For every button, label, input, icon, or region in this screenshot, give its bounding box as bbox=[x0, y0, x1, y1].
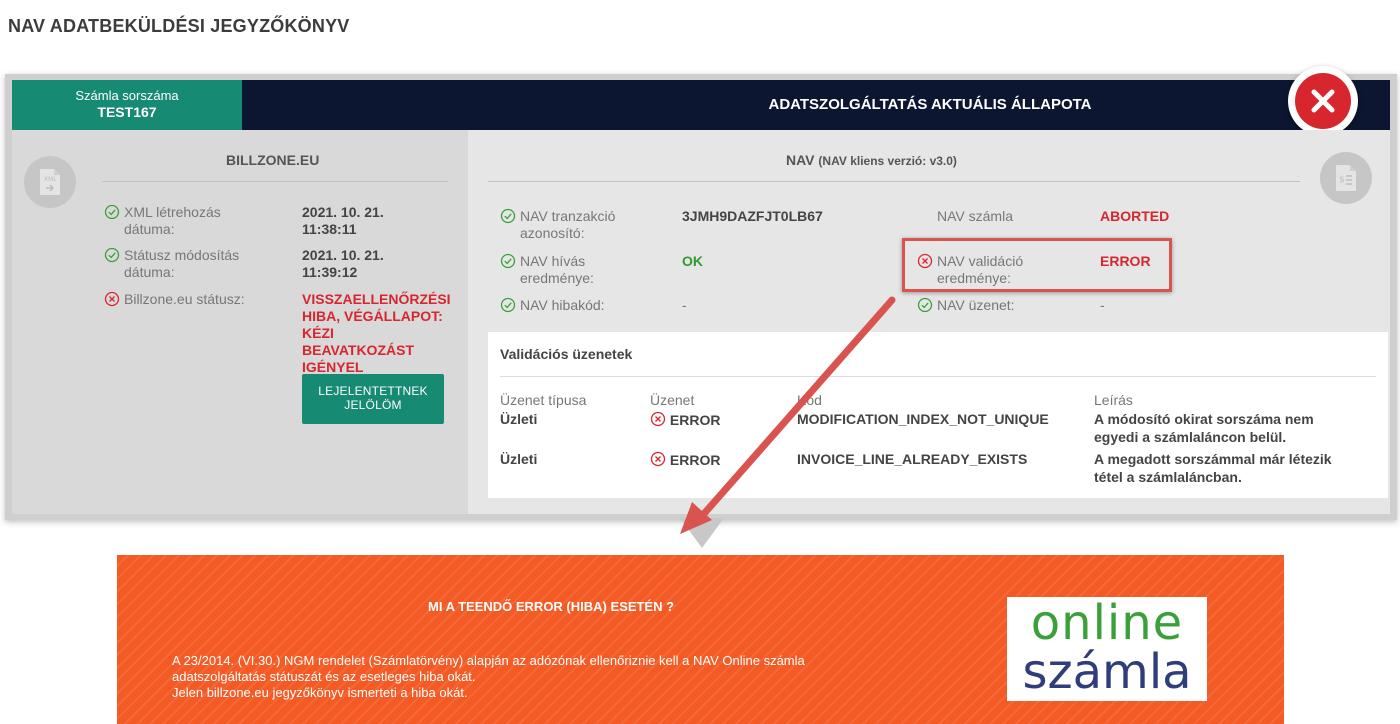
validation-title: Validációs üzenetek bbox=[500, 346, 633, 362]
invoice-document-icon: $ bbox=[1320, 152, 1372, 204]
row2-type: Üzleti bbox=[500, 451, 538, 467]
billzone-status-value: VISSZAELLENŐRZÉSI HIBA, VÉGÁLLAPOT: KÉZI… bbox=[302, 291, 451, 375]
status-modified-label: Státusz módosítás dátuma: bbox=[104, 247, 274, 281]
row1-message: ERROR bbox=[650, 411, 720, 429]
check-circle-icon bbox=[500, 208, 516, 228]
page-title: NAV ADATBEKÜLDÉSI JEGYZŐKÖNYV bbox=[8, 16, 350, 36]
check-circle-icon bbox=[104, 204, 120, 224]
nav-call-result-label: NAV hívás eredménye: bbox=[500, 253, 640, 287]
xml-file-icon: XML bbox=[24, 156, 76, 208]
billzone-title: BILLZONE.EU bbox=[226, 152, 320, 168]
help-text: A 23/2014. (VI.30.) NGM rendelet (Számla… bbox=[172, 653, 805, 700]
online-szamla-logo: online számla bbox=[1007, 597, 1207, 701]
row2-message: ERROR bbox=[650, 451, 720, 469]
close-icon bbox=[1311, 89, 1335, 113]
nav-client-version: (NAV kliens verzió: v3.0) bbox=[818, 154, 957, 168]
nav-message-label: NAV üzenet: bbox=[917, 297, 1057, 314]
error-circle-icon bbox=[104, 291, 120, 311]
xml-created-label: XML létrehozás dátuma: bbox=[104, 204, 274, 238]
invoice-number: TEST167 bbox=[97, 104, 157, 120]
nav-call-result-value: OK bbox=[682, 253, 703, 269]
row2-code: INVOICE_LINE_ALREADY_EXISTS bbox=[797, 451, 1028, 467]
nav-transaction-value: 3JMH9DAZFJT0LB67 bbox=[682, 208, 823, 224]
panel-pointer bbox=[680, 518, 724, 548]
nav-error-code-value: - bbox=[682, 297, 687, 313]
nav-transaction-label: NAV tranzakció azonosító: bbox=[500, 208, 640, 242]
header-description: Leírás bbox=[1094, 392, 1133, 408]
billzone-status-label: Billzone.eu státusz: bbox=[104, 291, 294, 308]
svg-text:XML: XML bbox=[44, 176, 57, 183]
row1-description: A módosító okirat sorszáma nem egyedi a … bbox=[1094, 411, 1314, 445]
row1-type: Üzleti bbox=[500, 411, 538, 427]
nav-error-code-label: NAV hibakód: bbox=[500, 297, 640, 314]
validation-result-highlight bbox=[902, 238, 1172, 292]
nav-title: NAV (NAV kliens verzió: v3.0) bbox=[786, 152, 957, 168]
mark-as-reported-button[interactable]: LEJELENTETTNEK JELÖLÖM bbox=[302, 374, 444, 424]
header-message-type: Üzenet típusa bbox=[500, 392, 587, 408]
error-circle-icon bbox=[650, 411, 666, 427]
row1-code: MODIFICATION_INDEX_NOT_UNIQUE bbox=[797, 411, 1049, 427]
nav-invoice-status-label: NAV számla státusza: bbox=[937, 208, 1057, 225]
row2-description: A megadott sorszámmal már létezik tétel … bbox=[1094, 451, 1332, 485]
billzone-divider bbox=[102, 181, 448, 182]
check-circle-icon bbox=[104, 247, 120, 267]
invoice-number-box: Számla sorszáma TEST167 bbox=[12, 80, 242, 130]
check-circle-icon bbox=[500, 297, 516, 317]
error-circle-icon bbox=[650, 451, 666, 467]
xml-created-value: 2021. 10. 21. 11:38:11 bbox=[302, 204, 384, 237]
header-code: Kód bbox=[797, 392, 822, 408]
invoice-number-label: Számla sorszáma bbox=[75, 88, 179, 103]
svg-text:$: $ bbox=[1339, 175, 1345, 185]
nav-message-value: - bbox=[1100, 297, 1105, 313]
help-title: MI A TEENDŐ ERROR (HIBA) ESETÉN ? bbox=[428, 599, 675, 614]
status-modified-value: 2021. 10. 21. 11:39:12 bbox=[302, 247, 384, 280]
nav-invoice-status-value: ABORTED bbox=[1100, 208, 1170, 224]
header-message: Üzenet bbox=[650, 392, 695, 408]
status-title: ADATSZOLGÁLTATÁS AKTUÁLIS ÁLLAPOTA bbox=[768, 96, 1092, 113]
check-circle-icon bbox=[500, 253, 516, 273]
check-circle-icon bbox=[917, 297, 933, 317]
nav-divider bbox=[488, 181, 1300, 182]
validation-divider bbox=[500, 376, 1376, 377]
close-button[interactable] bbox=[1288, 66, 1358, 136]
